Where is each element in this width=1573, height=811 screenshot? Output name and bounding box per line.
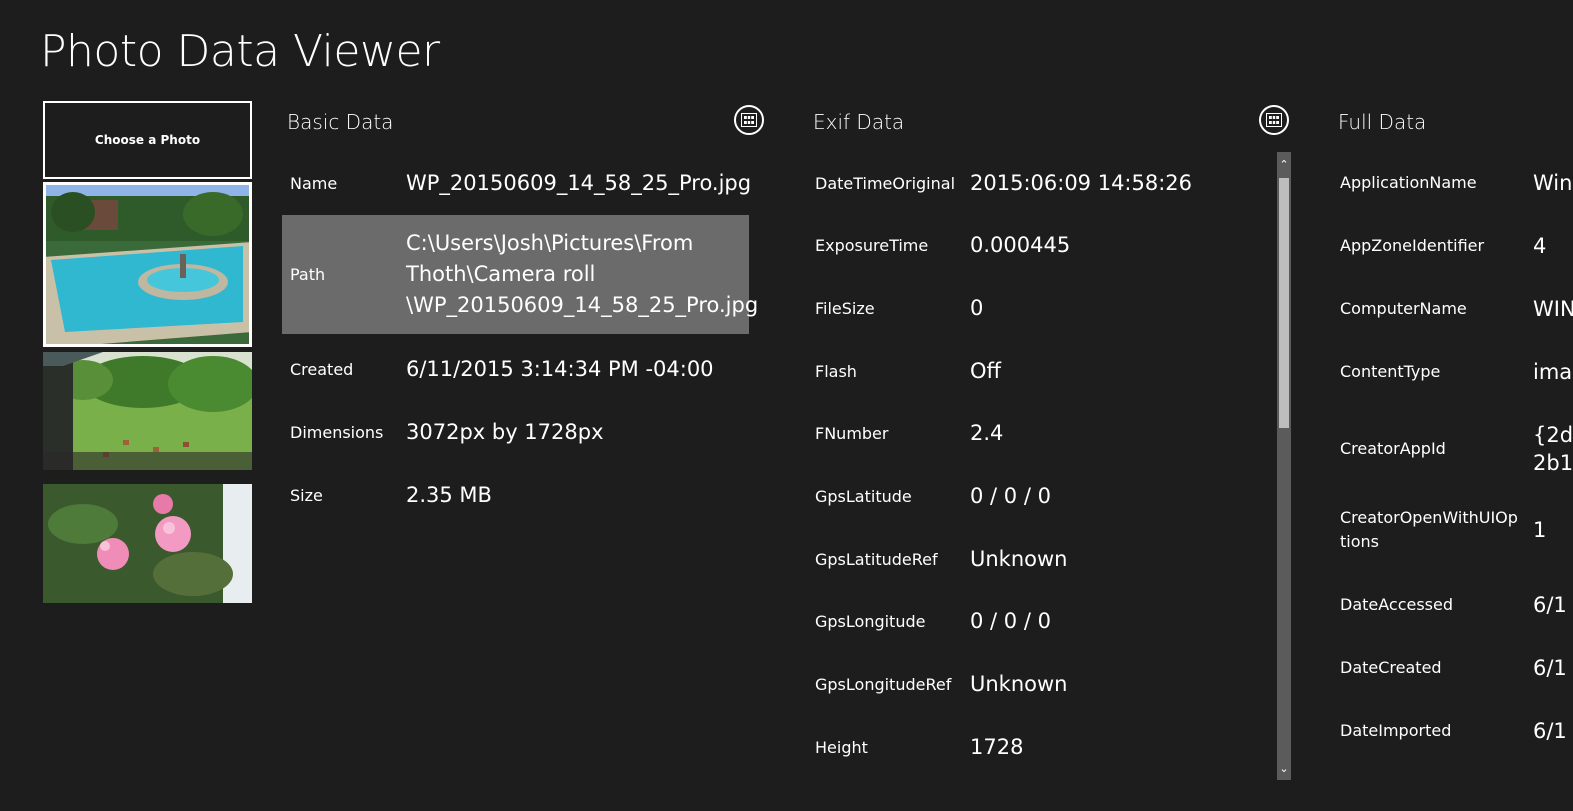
basic-row-value: 6/11/2015 3:14:34 PM -04:00 xyxy=(406,356,714,381)
full-row-key: ComputerName xyxy=(1340,299,1467,318)
scrollbar-thumb[interactable] xyxy=(1279,178,1289,428)
basic-row-value: 3072px by 1728px xyxy=(406,419,604,444)
exif-row-value: Unknown xyxy=(970,672,1068,697)
exif-row-key: GpsLatitudeRef xyxy=(815,549,938,569)
full-row-value: {2d 2b1 xyxy=(1533,423,1573,475)
grid-view-icon xyxy=(1266,113,1282,127)
full-row[interactable]: CreatorAppId {2d 2b1 xyxy=(1333,405,1573,493)
basic-row-value: WP_20150609_14_58_25_Pro.jpg xyxy=(406,170,752,195)
full-row-value: ima xyxy=(1533,360,1573,384)
full-row-key: DateCreated xyxy=(1340,658,1442,677)
basic-row-size[interactable]: Size 2.35 MB xyxy=(282,464,749,526)
exif-view-toggle-button[interactable] xyxy=(1259,105,1289,135)
basic-row-path[interactable]: Path C:\Users\Josh\Pictures\From Thoth\C… xyxy=(282,215,759,334)
full-row-key: ApplicationName xyxy=(1340,173,1477,192)
photo-thumbnail-pool[interactable] xyxy=(43,182,252,347)
basic-row-value: 2.35 MB xyxy=(406,482,492,507)
basic-row-key: Path xyxy=(290,265,326,284)
exif-row-key: GpsLongitudeRef xyxy=(815,675,952,695)
full-row-key: CreatorAppId xyxy=(1340,439,1446,458)
grid-view-icon xyxy=(741,113,757,127)
exif-row[interactable]: ExposureTime 0.000445 xyxy=(808,215,1268,277)
full-data-header: Full Data xyxy=(1338,110,1427,134)
full-row[interactable]: ComputerName WIN xyxy=(1333,278,1573,340)
basic-data-header: Basic Data xyxy=(287,110,394,134)
photo-thumbnail-field[interactable] xyxy=(43,352,252,470)
exif-data-header: Exif Data xyxy=(813,110,905,134)
basic-row-key: Size xyxy=(290,485,323,505)
full-row[interactable]: AppZoneIdentifier 4 xyxy=(1333,215,1573,277)
basic-row-value: C:\Users\Josh\Pictures\From Thoth\Camera… xyxy=(406,231,759,317)
full-row-value: 6/1 xyxy=(1533,719,1567,743)
full-row[interactable]: DateAccessed 6/1 xyxy=(1333,574,1573,636)
basic-row-name[interactable]: Name WP_20150609_14_58_25_Pro.jpg xyxy=(282,152,752,214)
exif-row-key: FNumber xyxy=(815,424,889,444)
pool-image xyxy=(43,182,252,347)
full-row-key: AppZoneIdentifier xyxy=(1340,236,1485,255)
exif-row-value: 0 / 0 / 0 xyxy=(970,609,1051,634)
exif-row-value: 0 / 0 / 0 xyxy=(970,484,1051,508)
exif-row-key: ExposureTime xyxy=(815,236,929,256)
full-row-value: 6/1 xyxy=(1533,593,1567,617)
choose-photo-button[interactable]: Choose a Photo xyxy=(43,101,252,179)
basic-view-toggle-button[interactable] xyxy=(734,105,764,135)
exif-row-value: Off xyxy=(970,358,1001,383)
exif-row-key: GpsLatitude xyxy=(815,487,912,506)
exif-row-value: 0.000445 xyxy=(970,233,1071,258)
full-row-key: DateAccessed xyxy=(1340,595,1454,614)
exif-row-key: Flash xyxy=(815,361,857,381)
exif-row[interactable]: Flash Off xyxy=(808,340,1268,402)
full-row[interactable]: ApplicationName Win xyxy=(1333,152,1573,214)
exif-row[interactable]: FileSize 0 xyxy=(808,277,1268,339)
flowers-image xyxy=(43,484,252,603)
full-row[interactable]: DateCreated 6/1 xyxy=(1333,637,1573,699)
basic-row-created[interactable]: Created 6/11/2015 3:14:34 PM -04:00 xyxy=(282,338,749,400)
full-row-value: 1 xyxy=(1533,518,1547,542)
exif-row-value: 2015:06:09 14:58:26 xyxy=(970,170,1193,195)
exif-row-value: 1728 xyxy=(970,734,1024,759)
full-row-key: ContentType xyxy=(1340,362,1441,381)
full-row-value: 4 xyxy=(1533,234,1547,258)
basic-row-key: Created xyxy=(290,359,354,379)
full-row-key: CreatorOpenWithUIOptions xyxy=(1340,508,1518,551)
exif-row[interactable]: GpsLatitudeRef Unknown xyxy=(808,528,1268,590)
full-row-value: 6/1 xyxy=(1533,656,1567,680)
basic-row-key: Dimensions xyxy=(290,422,384,442)
exif-row-key: GpsLongitude xyxy=(815,612,926,632)
exif-row-value: 0 xyxy=(970,295,984,320)
exif-row[interactable]: GpsLongitudeRef Unknown xyxy=(808,654,1268,716)
exif-row[interactable]: FNumber 2.4 xyxy=(808,403,1268,465)
app-title: Photo Data Viewer xyxy=(40,26,440,77)
full-row-key: DateImported xyxy=(1340,721,1452,740)
exif-row[interactable]: GpsLongitude 0 / 0 / 0 xyxy=(808,591,1268,653)
full-row[interactable]: ContentType ima xyxy=(1333,341,1573,403)
scroll-up-icon[interactable]: ⌃ xyxy=(1277,156,1291,174)
exif-row[interactable]: GpsLatitude 0 / 0 / 0 xyxy=(808,466,1268,528)
full-row[interactable]: CreatorOpenWithUIOptions 1 xyxy=(1333,495,1573,565)
exif-row-key: DateTimeOriginal xyxy=(815,173,956,193)
exif-row[interactable]: DateTimeOriginal 2015:06:09 14:58:26 xyxy=(808,152,1268,214)
exif-row-key: FileSize xyxy=(815,298,875,318)
full-row-value: Win xyxy=(1533,171,1573,195)
full-row[interactable]: DateImported 6/1 xyxy=(1333,700,1573,762)
exif-row-key: Height xyxy=(815,737,868,757)
basic-row-key: Name xyxy=(290,173,338,193)
field-image xyxy=(43,352,252,470)
exif-row-value: Unknown xyxy=(970,546,1068,571)
exif-row-value: 2.4 xyxy=(970,421,1004,446)
photo-thumbnail-flowers[interactable] xyxy=(43,484,252,603)
exif-scrollbar[interactable]: ⌃ ⌄ xyxy=(1277,152,1291,780)
full-row-value: WIN xyxy=(1533,297,1573,321)
exif-row[interactable]: Height 1728 xyxy=(808,716,1268,778)
basic-row-dimensions[interactable]: Dimensions 3072px by 1728px xyxy=(282,401,749,463)
scroll-down-icon[interactable]: ⌄ xyxy=(1277,760,1291,778)
